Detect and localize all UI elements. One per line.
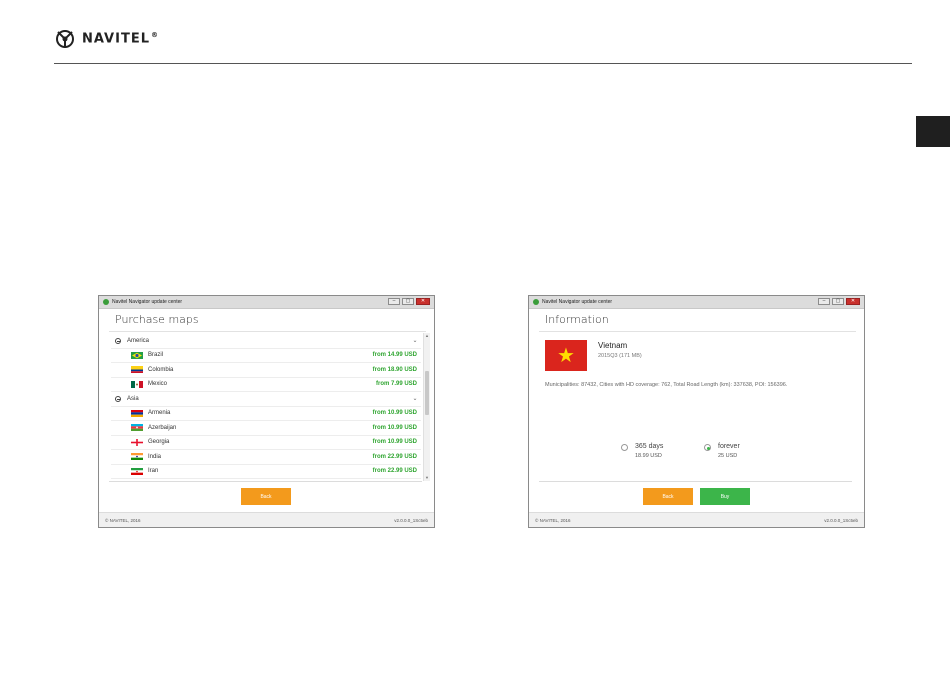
minimize-button[interactable]: –: [388, 298, 400, 305]
radio-button[interactable]: [621, 444, 628, 451]
content-divider: [539, 481, 852, 482]
iran-flag-icon: [131, 467, 143, 475]
status-bar: © NAVITEL, 2016 v2.0.0.0_1Sc5eb: [99, 512, 434, 527]
header-divider: [54, 63, 912, 64]
price-label: from 10.99 USD: [372, 424, 417, 431]
brazil-flag-icon: [131, 351, 143, 359]
page-title: Purchase maps: [115, 313, 199, 326]
copyright-text: © NAVITEL, 2016: [535, 518, 571, 523]
map-stats: Municipalities: 87432, Cities with HD co…: [545, 382, 788, 388]
list-divider: [109, 481, 422, 482]
price-label: from 22.99 USD: [372, 468, 417, 475]
mexico-flag-icon: [131, 380, 143, 388]
heading-divider: [539, 331, 856, 332]
navitel-logo-icon: [56, 30, 74, 48]
group-label: Asia: [127, 395, 139, 402]
map-name: Vietnam: [598, 341, 628, 350]
status-bar: © NAVITEL, 2016 v2.0.0.0_1Sc5eb: [529, 512, 864, 527]
list-item[interactable]: Armenia from 10.99 USD: [111, 407, 421, 421]
india-flag-icon: [131, 453, 143, 461]
azerbaijan-flag-icon: [131, 424, 143, 432]
window-title: Navitel Navigator update center: [112, 299, 183, 305]
minimize-button[interactable]: –: [818, 298, 830, 305]
brand-name: NAVITEL®: [82, 31, 159, 47]
radio-button-selected[interactable]: [704, 444, 711, 451]
copyright-text: © NAVITEL, 2016: [105, 518, 141, 523]
window-titlebar[interactable]: Navitel Navigator update center – ▢ ✕: [99, 296, 434, 309]
list-item[interactable]: Brazil from 14.99 USD: [111, 349, 421, 363]
price-label: from 14.99 USD: [372, 352, 417, 359]
buy-button[interactable]: Buy: [700, 488, 750, 505]
window-title: Navitel Navigator update center: [542, 299, 613, 305]
price-label: from 18.90 USD: [372, 366, 417, 373]
price-label: from 22.99 USD: [372, 453, 417, 460]
scroll-down-arrow-icon[interactable]: ▼: [424, 475, 430, 481]
scrollbar-thumb[interactable]: [425, 371, 429, 415]
scroll-up-arrow-icon[interactable]: ▲: [424, 333, 430, 339]
version-text: v2.0.0.0_1Sc5eb: [394, 518, 428, 523]
list-scrollbar[interactable]: ▲ ▼: [423, 333, 430, 481]
page-title: Information: [545, 313, 609, 326]
chevron-down-icon[interactable]: ⌄: [409, 395, 421, 402]
navitel-brand: NAVITEL®: [54, 28, 159, 50]
map-version: 2015Q3 (171 MB): [598, 353, 642, 359]
list-item[interactable]: Mexico from 7.99 USD: [111, 378, 421, 392]
list-item[interactable]: Colombia from 18.90 USD: [111, 363, 421, 378]
list-item[interactable]: Georgia from 10.99 USD: [111, 436, 421, 450]
vietnam-flag-icon: ★: [545, 340, 587, 371]
price-label: from 7.99 USD: [375, 381, 417, 388]
group-label: America: [127, 337, 150, 344]
side-tab-marker: [916, 116, 950, 147]
list-item[interactable]: Iran from 22.99 USD: [111, 465, 421, 479]
globe-icon: [115, 395, 121, 402]
maximize-button[interactable]: ▢: [402, 298, 414, 305]
close-button[interactable]: ✕: [846, 298, 860, 305]
georgia-flag-icon: [131, 438, 143, 446]
list-item[interactable]: India from 22.99 USD: [111, 450, 421, 465]
purchase-maps-window: Navitel Navigator update center – ▢ ✕ Pu…: [98, 295, 435, 528]
heading-divider: [109, 331, 426, 332]
back-button[interactable]: Back: [643, 488, 693, 505]
group-asia[interactable]: Asia ⌄: [111, 392, 421, 407]
app-icon: [103, 299, 109, 305]
colombia-flag-icon: [131, 366, 143, 374]
globe-icon: [115, 337, 121, 344]
information-window: Navitel Navigator update center – ▢ ✕ In…: [528, 295, 865, 528]
app-icon: [533, 299, 539, 305]
maximize-button[interactable]: ▢: [832, 298, 844, 305]
chevron-down-icon[interactable]: ⌄: [409, 337, 421, 344]
price-label: from 10.99 USD: [372, 439, 417, 446]
price-label: from 10.99 USD: [372, 410, 417, 417]
window-titlebar[interactable]: Navitel Navigator update center – ▢ ✕: [529, 296, 864, 309]
armenia-flag-icon: [131, 409, 143, 417]
close-button[interactable]: ✕: [416, 298, 430, 305]
map-list: America ⌄ Brazil from 14.99 USD Colombia…: [111, 334, 421, 480]
back-button[interactable]: Back: [241, 488, 291, 505]
group-america[interactable]: America ⌄: [111, 334, 421, 349]
version-text: v2.0.0.0_1Sc5eb: [824, 518, 858, 523]
list-item[interactable]: Azerbaijan from 10.99 USD: [111, 421, 421, 436]
